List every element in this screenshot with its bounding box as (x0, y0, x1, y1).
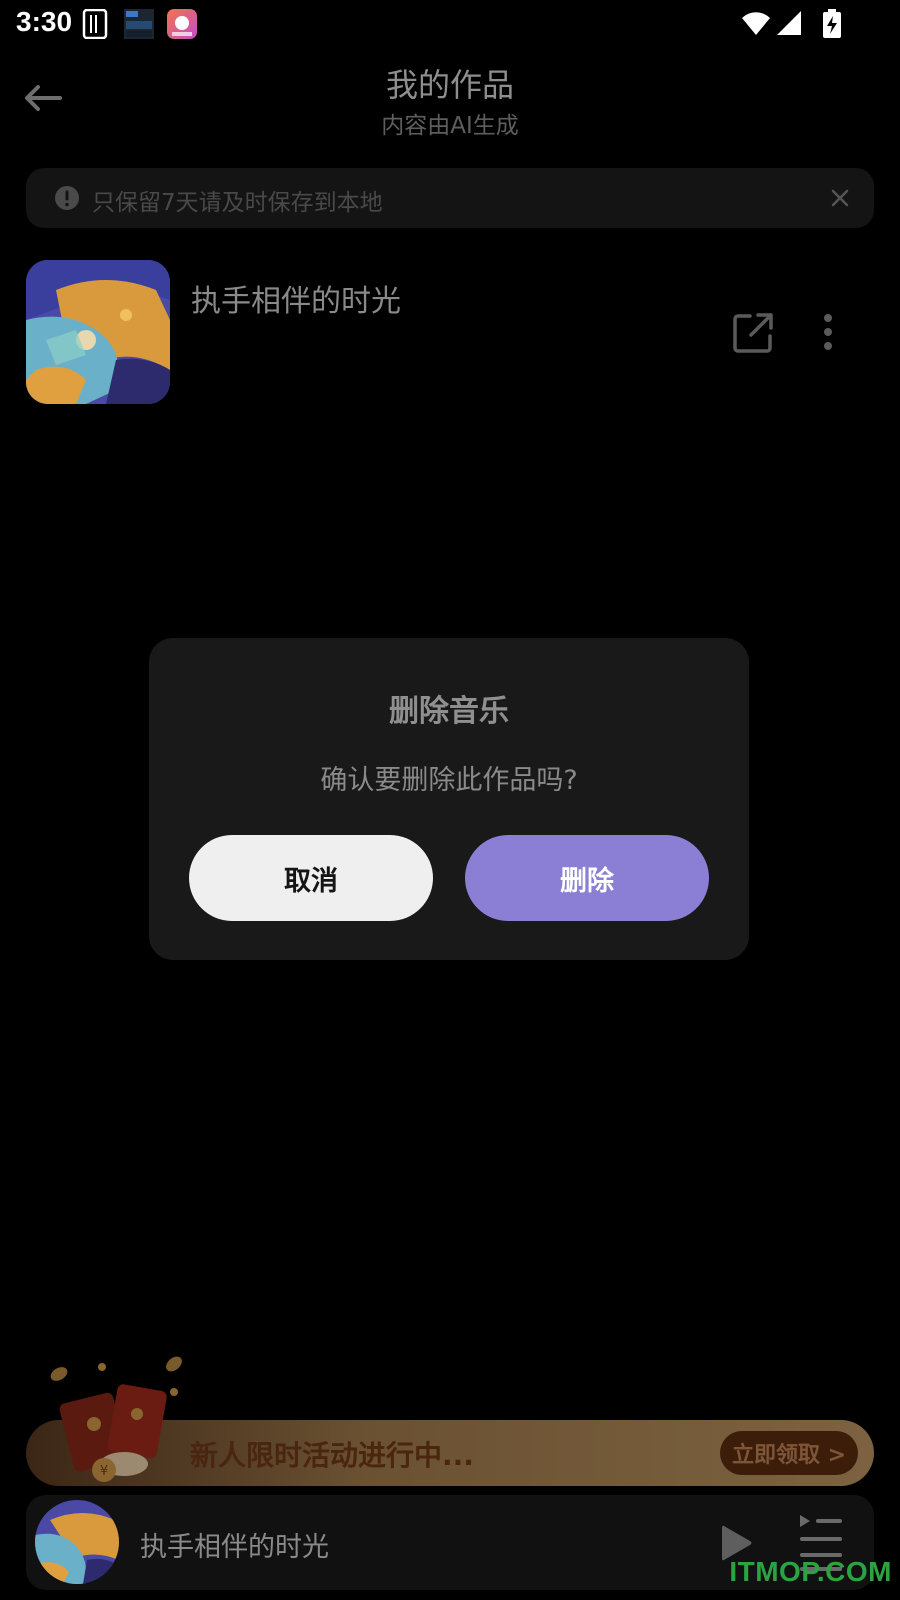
more-options-button[interactable] (818, 310, 838, 354)
status-time: 3:30 (16, 6, 73, 37)
work-list-item[interactable]: 执手相伴的时光 (26, 260, 874, 406)
claim-button[interactable]: 立即领取 > (720, 1431, 858, 1475)
retention-notice: 只保留7天请及时保存到本地 (26, 168, 874, 228)
cancel-button[interactable]: 取消 (189, 835, 433, 921)
notice-text: 只保留7天请及时保存到本地 (92, 190, 383, 216)
wifi-icon (742, 12, 770, 36)
delete-button[interactable]: 删除 (465, 835, 709, 921)
player-track-title: 执手相伴的时光 (140, 1532, 329, 1563)
status-bar: 3:30 (0, 0, 900, 50)
share-button[interactable] (732, 312, 774, 354)
battery-charging-icon (823, 9, 841, 38)
calendar-app-icon (124, 9, 154, 39)
more-vertical-icon (824, 314, 832, 322)
share-external-icon (733, 313, 773, 353)
page-title: 我的作品 (385, 66, 514, 104)
watermark: ITMOP.COM (729, 1556, 892, 1587)
page-subtitle: 内容由AI生成 (381, 113, 519, 139)
dialog-title: 删除音乐 (389, 694, 509, 729)
red-envelope-illustration: ¥ (50, 1356, 182, 1482)
exclamation-circle-icon (55, 186, 79, 210)
player-cover-image[interactable] (35, 1500, 119, 1584)
work-title: 执手相伴的时光 (191, 284, 401, 319)
delete-confirm-dialog: 删除音乐 确认要删除此作品吗? 取消 删除 (149, 638, 749, 960)
work-cover-image[interactable] (26, 260, 170, 404)
notice-close-button[interactable] (824, 182, 856, 214)
dialog-message: 确认要删除此作品吗? (320, 765, 578, 796)
app-notification-icon (167, 9, 197, 39)
close-icon (831, 189, 849, 207)
signal-icon (777, 11, 801, 35)
svg-text:¥: ¥ (100, 1464, 108, 1479)
promo-text: 新人限时活动进行中... (190, 1439, 474, 1472)
sim-card-icon (82, 9, 108, 39)
